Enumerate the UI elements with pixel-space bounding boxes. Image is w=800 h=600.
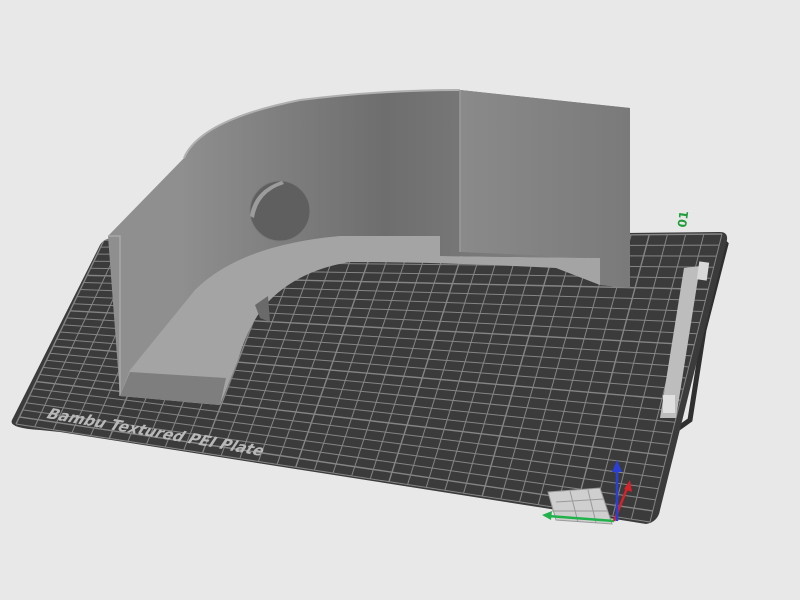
3d-viewport[interactable]: Bambu Textured PEI Plate 01 xyxy=(0,0,800,600)
plate-qr-mark xyxy=(663,395,675,413)
axis-x-arrow xyxy=(542,511,552,520)
scene-canvas[interactable]: Bambu Textured PEI Plate 01 xyxy=(0,0,800,600)
plate-number: 01 xyxy=(675,210,691,228)
circle-icon[interactable] xyxy=(249,180,311,242)
